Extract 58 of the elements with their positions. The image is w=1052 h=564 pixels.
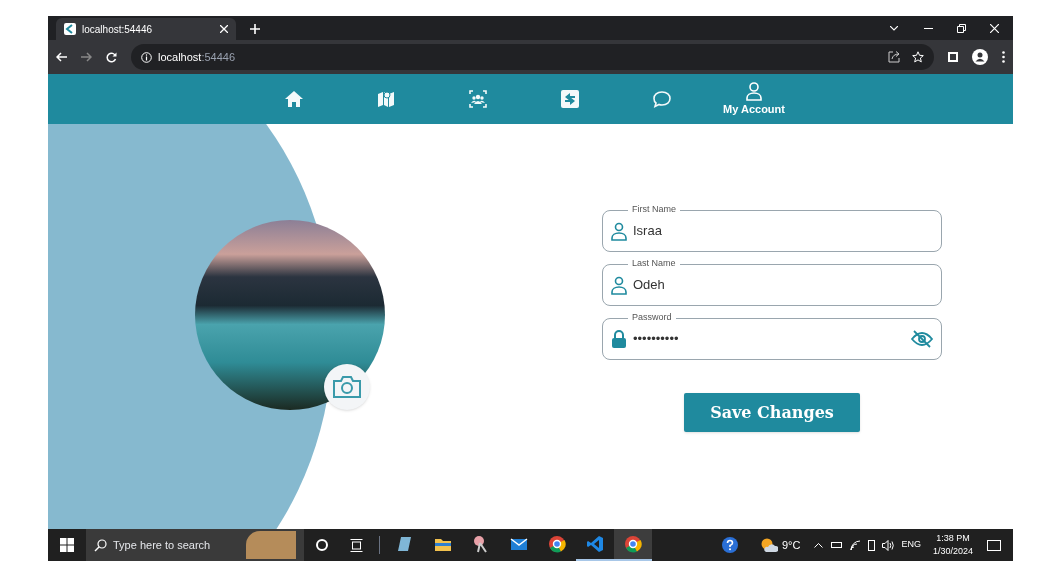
cortana-icon[interactable] bbox=[316, 539, 328, 551]
browser-tab[interactable]: localhost:54446 bbox=[56, 18, 236, 40]
chrome-icon bbox=[623, 534, 643, 554]
help-icon[interactable] bbox=[721, 537, 738, 553]
chat-bubble-icon bbox=[652, 89, 672, 109]
url-text: localhost:54446 bbox=[158, 49, 236, 65]
chevron-up-icon[interactable] bbox=[814, 542, 824, 548]
restore-icon[interactable] bbox=[957, 24, 966, 33]
star-icon[interactable] bbox=[912, 51, 924, 63]
chrome-icon bbox=[547, 534, 567, 554]
chevron-icon[interactable] bbox=[890, 26, 898, 31]
side-panel-icon[interactable] bbox=[948, 52, 958, 62]
task-view-icon[interactable] bbox=[350, 538, 363, 552]
language-indicator[interactable]: ENG bbox=[901, 538, 921, 552]
info-icon bbox=[141, 51, 152, 63]
profile-icon[interactable] bbox=[972, 49, 988, 65]
taskbar-app-button[interactable] bbox=[614, 529, 652, 561]
close-icon[interactable] bbox=[990, 24, 999, 33]
menu-icon[interactable] bbox=[1002, 51, 1005, 63]
back-arrow-icon[interactable] bbox=[56, 52, 67, 62]
field-label: Last Name bbox=[628, 257, 680, 269]
tab-title: localhost:54446 bbox=[82, 22, 154, 37]
share-icon[interactable] bbox=[888, 51, 900, 63]
home-icon bbox=[284, 89, 304, 109]
tablet-icon[interactable] bbox=[867, 539, 877, 551]
new-tab-icon[interactable] bbox=[250, 24, 260, 34]
people-icon bbox=[468, 89, 488, 109]
close-icon[interactable] bbox=[220, 25, 228, 33]
padlock-icon bbox=[611, 329, 627, 349]
save-changes-button[interactable]: Save Changes bbox=[684, 393, 860, 432]
speaker-icon[interactable] bbox=[882, 539, 896, 551]
field-value: Israa bbox=[633, 222, 663, 241]
field-value: •••••••••• bbox=[633, 330, 680, 349]
clock[interactable]: 1:38 PM 1/30/2024 bbox=[932, 532, 973, 558]
reload-icon[interactable] bbox=[106, 51, 117, 63]
forward-arrow-icon[interactable] bbox=[81, 52, 92, 62]
battery-icon[interactable] bbox=[831, 542, 843, 548]
field-label: Password bbox=[628, 311, 676, 323]
field-label: First Name bbox=[628, 203, 680, 215]
windows-start-icon[interactable] bbox=[60, 538, 74, 552]
camera-button[interactable] bbox=[324, 364, 370, 410]
nav-tab[interactable]: My Account bbox=[708, 78, 800, 120]
person-icon bbox=[611, 221, 627, 241]
person-icon bbox=[611, 275, 627, 295]
exchange-arrows-icon bbox=[560, 89, 580, 109]
map-pin-icon bbox=[376, 89, 396, 109]
notification-icon[interactable] bbox=[987, 539, 1001, 551]
app-logo-icon bbox=[64, 23, 76, 35]
sun-cloud-icon[interactable] bbox=[759, 537, 778, 553]
address-bar[interactable]: localhost:54446 bbox=[131, 44, 934, 70]
search-icon bbox=[94, 538, 107, 552]
code-editor-icon bbox=[585, 534, 605, 554]
person-icon bbox=[744, 80, 764, 101]
field-value: Odeh bbox=[633, 276, 666, 295]
camera-icon bbox=[332, 375, 362, 399]
temperature-text[interactable]: 9°C bbox=[781, 536, 801, 554]
taskbar-search-field[interactable]: Type here to search bbox=[86, 529, 304, 561]
eye-slash-icon[interactable] bbox=[911, 330, 933, 348]
